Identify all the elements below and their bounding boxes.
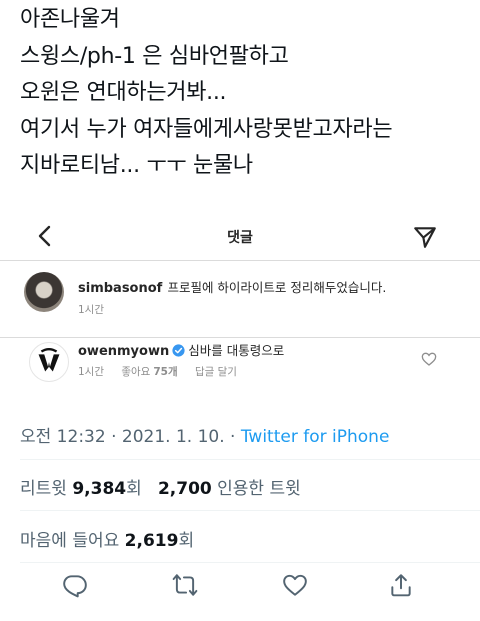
embed-title: 댓글 xyxy=(227,230,253,246)
tweet-timestamp: 오전 12:32 · 2021. 1. 10. · Twitter for iP… xyxy=(20,422,389,447)
comment-likes: 좋아요 75개 xyxy=(121,366,177,378)
divider xyxy=(20,510,480,511)
comment-time: 1시간 xyxy=(78,304,105,316)
reply-link: 답글 달기 xyxy=(194,366,237,378)
comment-line: owenmyown 심바를 대통령으로 xyxy=(78,340,284,359)
comment-likes-count: 75개 xyxy=(153,366,178,378)
meta-separator: · xyxy=(105,427,122,447)
verified-badge-icon xyxy=(172,344,185,357)
tweet-actions xyxy=(0,568,480,604)
meta-separator: · xyxy=(224,427,241,447)
comment-item: simbasonof 프로필에 하이라이트로 정리해두었습니다. 1시간 xyxy=(0,261,480,338)
divider xyxy=(20,562,480,563)
quotes-count: 2,700 xyxy=(157,479,212,499)
embed-nav-bar: 댓글 xyxy=(0,214,480,261)
comment-text: 심바를 대통령으로 xyxy=(188,343,285,358)
tweet-line: 여기서 누가 여자들에게사랑못받고자라는 xyxy=(20,116,393,142)
comment-time: 1시간 xyxy=(78,366,105,378)
tweet-source-link[interactable]: Twitter for iPhone xyxy=(241,427,390,447)
comment-username: owenmyown xyxy=(78,344,170,359)
tweet-line: 지바로티남... ㅜㅜ 눈물나 xyxy=(20,153,253,178)
retweet-icon[interactable] xyxy=(172,572,198,598)
tweet-date: 2021. 1. 10. xyxy=(121,427,225,447)
retweet-stats[interactable]: 리트윗 9,384회 2,700 인용한 트윗 xyxy=(20,474,301,499)
retweets-count: 9,384 xyxy=(72,479,127,499)
tweet-line: 아존나울겨 xyxy=(20,7,120,32)
share-icon[interactable] xyxy=(388,572,414,598)
comment-item: owenmyown 심바를 대통령으로 1시간 좋아요 75개 답글 달기 xyxy=(0,338,480,400)
retweets-label: 리트윗 xyxy=(20,479,67,499)
tweet-text: 아존나울겨 스윙스/ph-1 은 심바언팔하고 오윈은 연대하는거봐... 여기… xyxy=(20,2,470,185)
likes-count: 2,619 xyxy=(124,531,179,551)
comment-meta: 1시간 좋아요 75개 답글 달기 xyxy=(78,364,251,379)
paper-plane-icon xyxy=(414,227,436,248)
tweet-time: 오전 12:32 xyxy=(20,427,106,447)
heart-icon[interactable] xyxy=(282,572,308,598)
likes-unit: 회 xyxy=(178,531,195,551)
likes-label: 마음에 들어요 xyxy=(20,531,120,551)
heart-icon xyxy=(421,352,437,366)
avatar xyxy=(29,342,69,382)
attached-image[interactable]: 댓글 simbasonof 프로필에 하이라이트로 정리해두었습니다. 1시간 … xyxy=(0,214,480,400)
comment-text: 프로필에 하이라이트로 정리해두었습니다. xyxy=(167,280,387,295)
avatar xyxy=(24,272,64,312)
tweet-line: 오윈은 연대하는거봐... xyxy=(20,80,227,105)
likes-stats[interactable]: 마음에 들어요 2,619회 xyxy=(20,526,194,551)
tweet-line: 스윙스/ph-1 은 심바언팔하고 xyxy=(20,43,289,69)
divider xyxy=(20,459,480,460)
comment-line: simbasonof 프로필에 하이라이트로 정리해두었습니다. xyxy=(78,277,386,296)
reply-icon[interactable] xyxy=(62,572,88,598)
retweets-unit: 회 xyxy=(126,479,142,499)
comment-likes-label: 좋아요 xyxy=(121,366,151,378)
quotes-label: 인용한 트윗 xyxy=(217,479,301,499)
comment-username: simbasonof xyxy=(78,281,163,296)
